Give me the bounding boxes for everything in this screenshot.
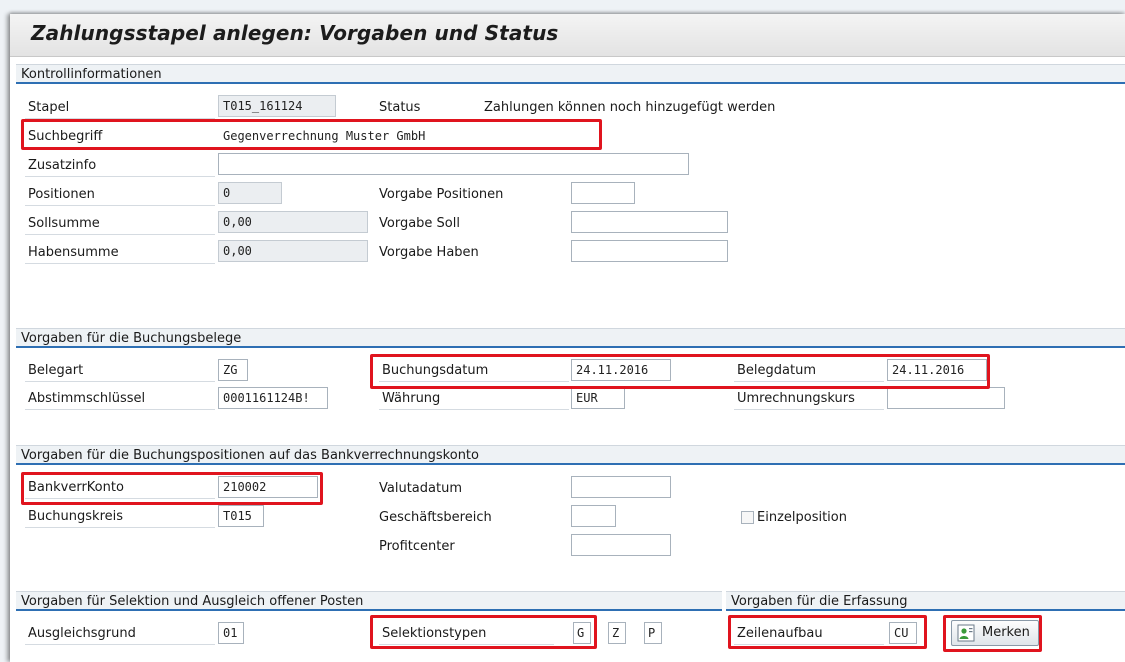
sollsumme-label: Sollsumme bbox=[25, 213, 215, 235]
status-label: Status bbox=[379, 100, 421, 115]
positionen-field[interactable]: 0 bbox=[218, 182, 282, 204]
group-buchungsbelege: Vorgaben für die Buchungsbelege Belegart… bbox=[16, 328, 1125, 438]
waehrung-label: Währung bbox=[379, 388, 569, 410]
abstimmschluessel-field[interactable]: 0001161124B! bbox=[218, 387, 328, 409]
suchbegriff-label: Suchbegriff bbox=[25, 126, 215, 148]
habensumme-label: Habensumme bbox=[25, 242, 215, 264]
title-bar: Zahlungsstapel anlegen: Vorgaben und Sta… bbox=[10, 14, 1125, 57]
group-erfassung: Vorgaben für die Erfassung Zeilenaufbau … bbox=[726, 591, 1125, 662]
vorgabe-positionen-label: Vorgabe Positionen bbox=[379, 187, 504, 202]
profitcenter-label: Profitcenter bbox=[379, 539, 455, 554]
ausgleichsgrund-field[interactable]: 01 bbox=[218, 622, 244, 644]
einzelposition-checkbox[interactable] bbox=[741, 511, 754, 524]
buchungskreis-label: Buchungskreis bbox=[25, 506, 215, 528]
group-bankverrechnung: Vorgaben für die Buchungspositionen auf … bbox=[16, 445, 1125, 585]
group-header-bankpos: Vorgaben für die Buchungspositionen auf … bbox=[16, 445, 1125, 465]
suchbegriff-field[interactable]: Gegenverrechnung Muster GmbH bbox=[218, 125, 596, 147]
belegart-label: Belegart bbox=[25, 360, 215, 382]
bankverrkonto-label: BankverrKonto bbox=[25, 477, 215, 499]
merken-button-label: Merken bbox=[982, 625, 1030, 640]
vorgabe-positionen-field[interactable] bbox=[571, 182, 635, 204]
sap-window: Zahlungsstapel anlegen: Vorgaben und Sta… bbox=[10, 14, 1125, 662]
status-value: Zahlungen können noch hinzugefügt werden bbox=[484, 100, 776, 115]
page-title: Zahlungsstapel anlegen: Vorgaben und Sta… bbox=[31, 21, 559, 45]
group-header-selektion: Vorgaben für Selektion und Ausgleich off… bbox=[16, 591, 722, 611]
umrechnungskurs-label: Umrechnungskurs bbox=[734, 388, 884, 410]
bankverrkonto-field[interactable]: 210002 bbox=[218, 476, 318, 498]
belegart-field[interactable]: ZG bbox=[218, 359, 248, 381]
selektionstyp-1-field[interactable]: G bbox=[573, 622, 591, 644]
buchungsdatum-field[interactable]: 24.11.2016 bbox=[571, 359, 671, 381]
group-header-belege: Vorgaben für die Buchungsbelege bbox=[16, 328, 1125, 348]
zeilenaufbau-field[interactable]: CU bbox=[889, 622, 917, 644]
selektionstyp-2-field[interactable]: Z bbox=[608, 622, 626, 644]
vorgabe-haben-label: Vorgabe Haben bbox=[379, 245, 479, 260]
screen-variant-icon bbox=[957, 624, 975, 642]
selektionstyp-3-field[interactable]: P bbox=[644, 622, 662, 644]
group-selektion: Vorgaben für Selektion und Ausgleich off… bbox=[16, 591, 722, 662]
zeilenaufbau-label: Zeilenaufbau bbox=[734, 623, 884, 645]
vorgabe-soll-label: Vorgabe Soll bbox=[379, 216, 460, 231]
merken-button[interactable]: Merken bbox=[951, 620, 1039, 646]
sollsumme-field[interactable]: 0,00 bbox=[218, 211, 368, 233]
belegdatum-field[interactable]: 24.11.2016 bbox=[887, 359, 987, 381]
ausgleichsgrund-label: Ausgleichsgrund bbox=[25, 623, 215, 645]
group-header-erfassung: Vorgaben für die Erfassung bbox=[726, 591, 1125, 611]
profitcenter-field[interactable] bbox=[571, 534, 671, 556]
vorgabe-haben-field[interactable] bbox=[571, 240, 728, 262]
buchungskreis-field[interactable]: T015 bbox=[218, 505, 264, 527]
buchungsdatum-label: Buchungsdatum bbox=[379, 360, 569, 382]
group-header-kontroll: Kontrollinformationen bbox=[16, 64, 1125, 84]
waehrung-field[interactable]: EUR bbox=[571, 387, 625, 409]
positionen-label: Positionen bbox=[25, 184, 215, 206]
einzelposition-label: Einzelposition bbox=[757, 510, 847, 525]
selektionstypen-label: Selektionstypen bbox=[379, 623, 554, 645]
umrechnungskurs-field[interactable] bbox=[887, 387, 1005, 409]
group-kontrollinformationen: Kontrollinformationen Stapel T015_161124… bbox=[16, 64, 1125, 324]
zusatzinfo-label: Zusatzinfo bbox=[25, 155, 215, 177]
stapel-field[interactable]: T015_161124 bbox=[218, 95, 336, 117]
belegdatum-label: Belegdatum bbox=[734, 360, 884, 382]
geschaeftsbereich-field[interactable] bbox=[571, 505, 616, 527]
valutadatum-field[interactable] bbox=[571, 476, 671, 498]
geschaeftsbereich-label: Geschäftsbereich bbox=[379, 510, 492, 525]
zusatzinfo-field[interactable] bbox=[218, 153, 689, 175]
habensumme-field[interactable]: 0,00 bbox=[218, 240, 368, 262]
valutadatum-label: Valutadatum bbox=[379, 481, 462, 496]
vorgabe-soll-field[interactable] bbox=[571, 211, 728, 233]
stapel-label: Stapel bbox=[25, 97, 215, 119]
abstimmschluessel-label: Abstimmschlüssel bbox=[25, 388, 215, 410]
